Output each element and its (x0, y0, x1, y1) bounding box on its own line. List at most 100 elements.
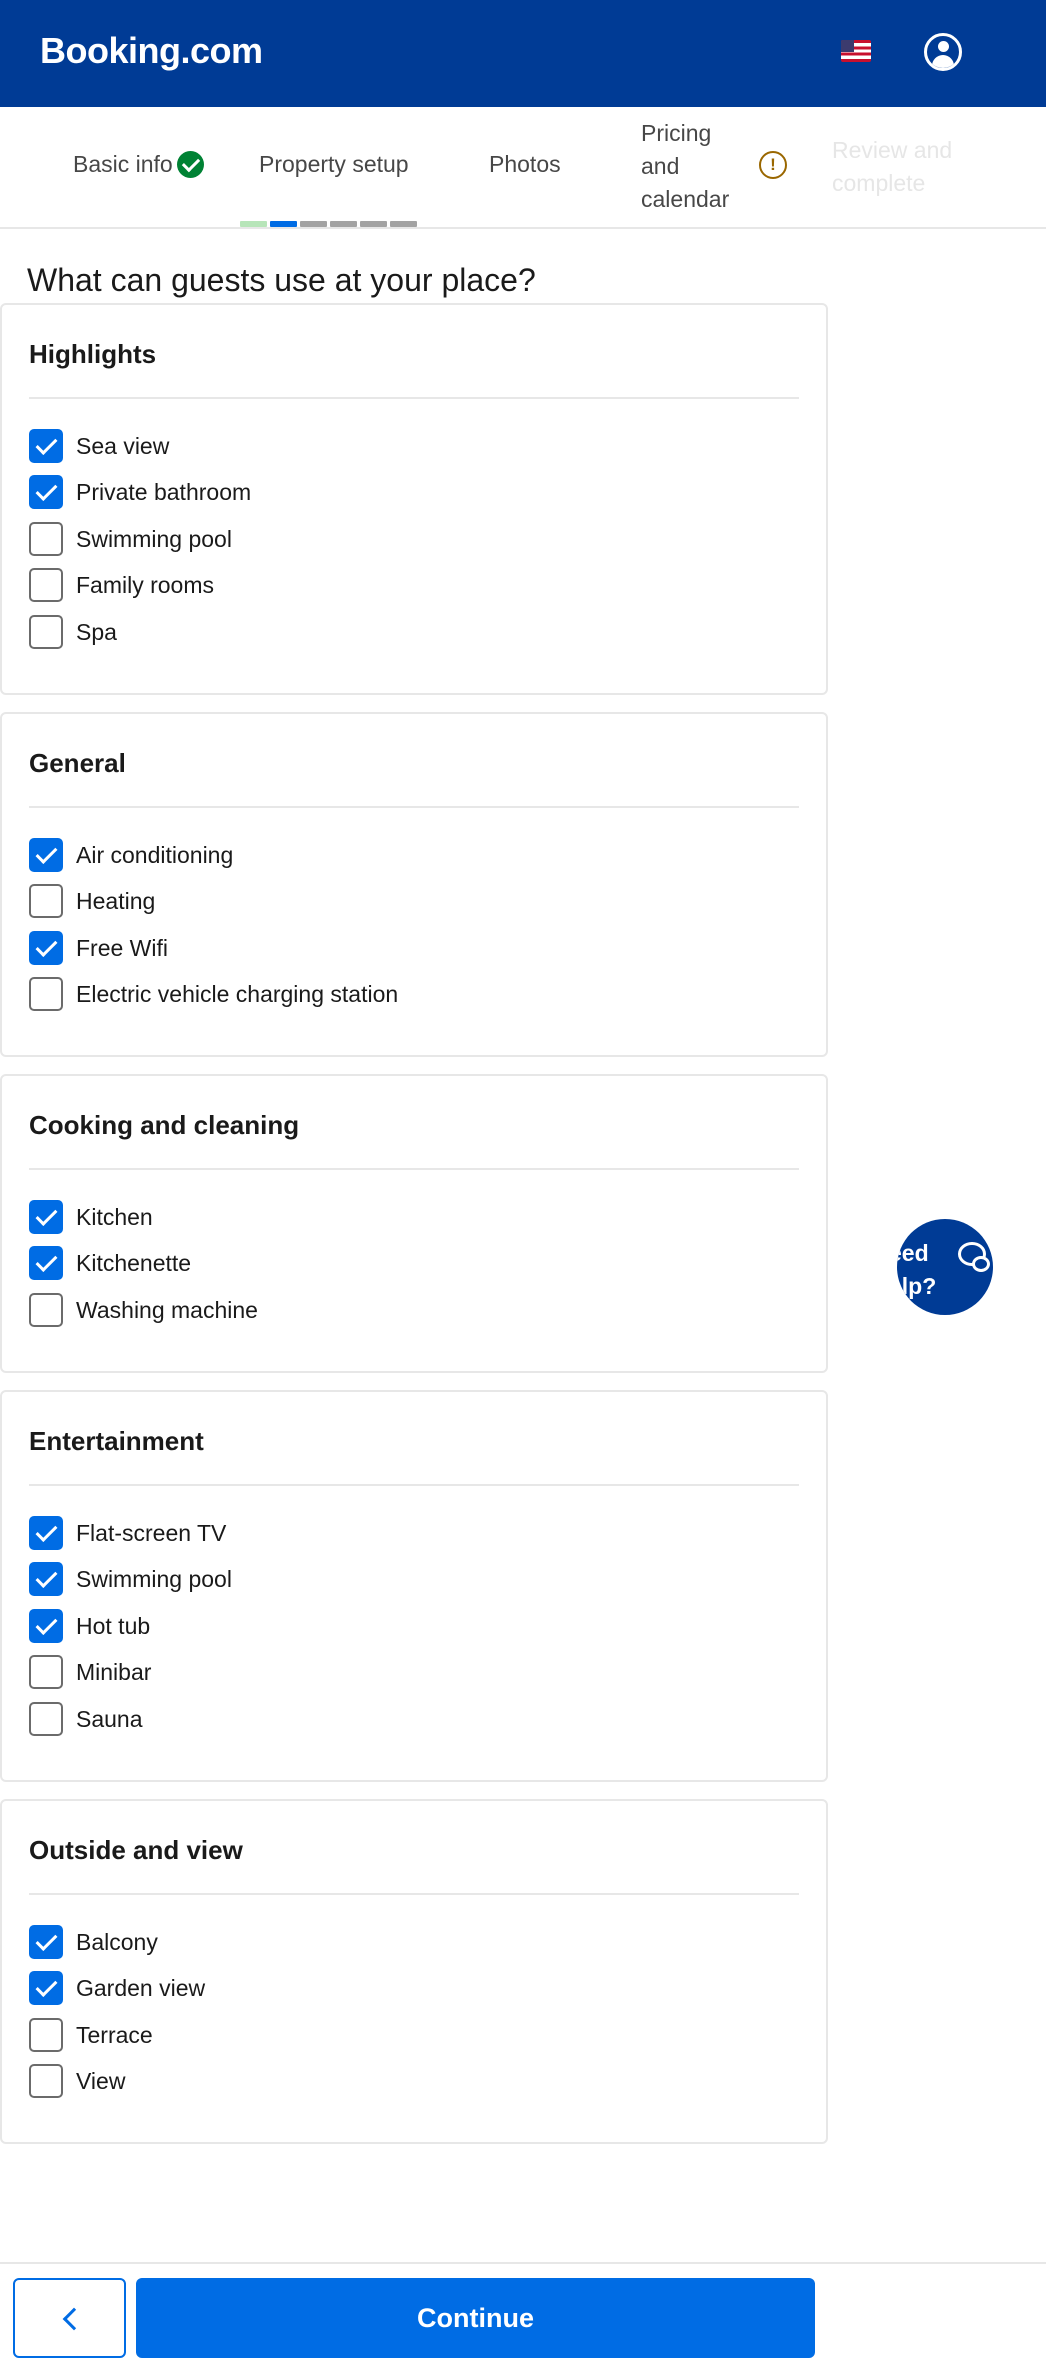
divider (29, 1893, 799, 1895)
checkbox-unchecked[interactable] (29, 1655, 63, 1689)
checkbox-label: Washing machine (76, 1296, 258, 1323)
checkbox-option[interactable]: Terrace (29, 2018, 153, 2052)
checkbox-option[interactable]: Free Wifi (29, 931, 168, 965)
progress-stepper: Basic info Property setup Photos Pricing… (0, 107, 1046, 229)
checkbox-option[interactable]: Air conditioning (29, 838, 233, 872)
divider (29, 397, 799, 399)
booking-logo[interactable]: Booking.com (40, 30, 263, 72)
step-photos[interactable]: Photos (489, 151, 561, 178)
checkbox-option[interactable]: Swimming pool (29, 1562, 232, 1596)
progress-segment (270, 221, 297, 227)
checkbox-unchecked[interactable] (29, 977, 63, 1011)
divider (29, 1168, 799, 1170)
step-review-and-complete: Review and complete (832, 137, 953, 196)
checkbox-option[interactable]: Minibar (29, 1655, 151, 1689)
checkbox-label: Electric vehicle charging station (76, 980, 399, 1007)
checkbox-checked[interactable] (29, 1200, 63, 1234)
footer-bar: Continue (0, 2262, 1046, 2368)
checkbox-label: Heating (76, 887, 156, 914)
checkbox-option[interactable]: Garden view (29, 1971, 205, 2005)
checkbox-label: View (76, 2067, 126, 2094)
checkbox-label: Swimming pool (76, 525, 232, 552)
checkbox-label: Terrace (76, 2021, 153, 2048)
checkbox-option[interactable]: Private bathroom (29, 475, 251, 509)
section-title: Outside and view (29, 1835, 243, 1865)
section-title: Entertainment (29, 1426, 204, 1456)
need-help-button[interactable]: eed elp? (897, 1219, 993, 1315)
app-header: Booking.com (0, 0, 1046, 107)
checkbox-unchecked[interactable] (29, 568, 63, 602)
checkbox-label: Balcony (76, 1928, 158, 1955)
checkbox-option[interactable]: Sea view (29, 429, 169, 463)
checkbox-label: Private bathroom (76, 478, 252, 505)
page-title: What can guests use at your place? (27, 262, 536, 298)
section-title: Highlights (29, 339, 157, 369)
checkbox-option[interactable]: Kitchen (29, 1200, 153, 1234)
continue-button[interactable]: Continue (136, 2278, 815, 2358)
need-help-label: eed elp? (897, 1240, 937, 1299)
us-flag-icon[interactable] (841, 40, 871, 62)
checkbox-unchecked[interactable] (29, 2064, 63, 2098)
checkbox-checked[interactable] (29, 1971, 63, 2005)
checkbox-option[interactable]: Flat-screen TV (29, 1516, 226, 1550)
account-icon[interactable] (924, 33, 962, 71)
back-button[interactable] (13, 2278, 126, 2358)
checkbox-label: Hot tub (76, 1612, 151, 1639)
checkbox-option[interactable]: Spa (29, 615, 117, 649)
checkbox-unchecked[interactable] (29, 884, 63, 918)
checkbox-option[interactable]: Electric vehicle charging station (29, 977, 398, 1011)
divider (29, 1484, 799, 1486)
section-general: General Air conditioning Heating Free Wifi E… (0, 712, 828, 1057)
checkbox-label: Free Wifi (76, 934, 168, 961)
checkbox-unchecked[interactable] (29, 1702, 63, 1736)
checkbox-unchecked[interactable] (29, 522, 63, 556)
checkbox-option[interactable]: Swimming pool (29, 522, 232, 556)
checkbox-checked[interactable] (29, 1562, 63, 1596)
progress-segment (330, 221, 357, 227)
checkbox-option[interactable]: Family rooms (29, 568, 214, 602)
checkbox-option[interactable]: Heating (29, 884, 155, 918)
progress-segment (240, 221, 267, 227)
checkbox-checked[interactable] (29, 931, 63, 965)
checkbox-checked[interactable] (29, 429, 63, 463)
step-property-setup[interactable]: Property setup (259, 151, 409, 178)
section-entertainment: Entertainment Flat-screen TV Swimming pool… (0, 1390, 828, 1782)
checkbox-label: Swimming pool (76, 1565, 232, 1592)
checkbox-label: Family rooms (76, 571, 215, 598)
checkbox-label: Spa (76, 618, 117, 645)
checkbox-checked[interactable] (29, 1246, 63, 1280)
section-title: General (29, 748, 126, 778)
checkbox-label: Kitchen (76, 1203, 153, 1230)
checkbox-label: Kitchenette (76, 1249, 192, 1276)
checkbox-checked[interactable] (29, 475, 63, 509)
checkbox-unchecked[interactable] (29, 1293, 63, 1327)
progress-segment (300, 221, 327, 227)
step-basic-info[interactable]: Basic info (73, 151, 173, 178)
checkbox-label: Sea view (76, 432, 170, 459)
checkbox-option[interactable]: Washing machine (29, 1293, 258, 1327)
section-cooking-and-cleaning: Cooking and cleaning Kitchen Kitchenette Wa… (0, 1074, 828, 1373)
chat-bubble-small-icon (972, 1256, 990, 1272)
checkbox-label: Flat-screen TV (76, 1519, 227, 1546)
checkbox-checked[interactable] (29, 1516, 63, 1550)
warning-icon: ! (759, 151, 787, 179)
checkbox-checked[interactable] (29, 1609, 63, 1643)
progress-segment (390, 221, 417, 227)
checkbox-option[interactable]: Kitchenette (29, 1246, 191, 1280)
checkbox-label: Air conditioning (76, 841, 234, 868)
checkbox-option[interactable]: View (29, 2064, 125, 2098)
checkbox-option[interactable]: Balcony (29, 1925, 158, 1959)
checkbox-unchecked[interactable] (29, 615, 63, 649)
checkbox-option[interactable]: Sauna (29, 1702, 143, 1736)
section-title: Cooking and cleaning (29, 1110, 300, 1140)
step-pricing-and-calendar[interactable]: Pricing and calendar (641, 117, 751, 216)
checkbox-checked[interactable] (29, 1925, 63, 1959)
section-highlights: Highlights Sea view Private bathroom Swimmi… (0, 303, 828, 695)
checkbox-label: Sauna (76, 1705, 143, 1732)
checkbox-unchecked[interactable] (29, 2018, 63, 2052)
checkbox-label: Minibar (76, 1658, 152, 1685)
section-outside-and-view: Outside and view Balcony Garden view Terrac… (0, 1799, 828, 2144)
checkbox-checked[interactable] (29, 838, 63, 872)
divider (29, 806, 799, 808)
checkbox-option[interactable]: Hot tub (29, 1609, 150, 1643)
